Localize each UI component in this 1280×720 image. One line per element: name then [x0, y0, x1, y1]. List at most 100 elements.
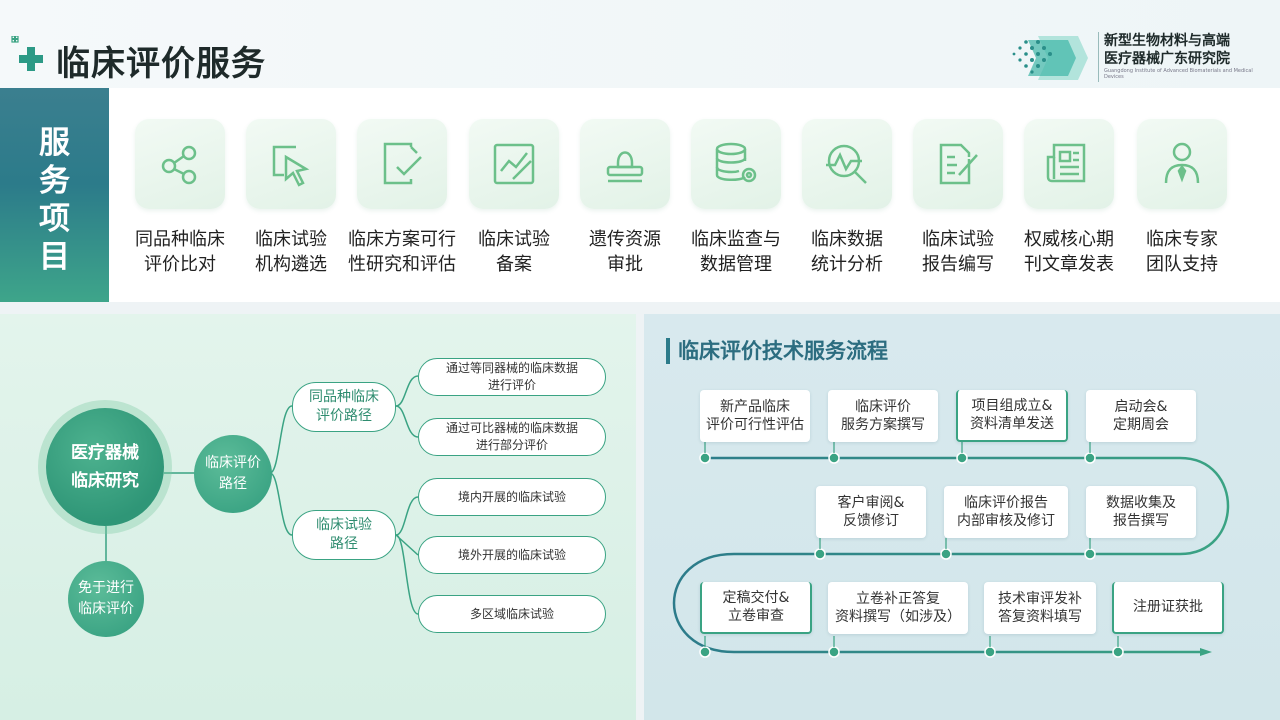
service-item: 遗传资源 审批 — [565, 119, 685, 289]
service-label-line2: 刊文章发表 — [1024, 254, 1114, 275]
service-icon-box — [135, 119, 225, 209]
service-item: 临床专家 团队支持 — [1122, 119, 1242, 289]
service-label-line1: 临床方案可行 — [348, 229, 456, 250]
service-item: 临床试验 机构遴选 — [231, 119, 351, 289]
flow-step-line1: 客户审阅& — [837, 495, 905, 511]
service-label-line1: 临床数据 — [811, 229, 883, 250]
mindmap-eval-path-node: 临床评价 路径 — [194, 435, 272, 513]
flow-step-line2: 定期周会 — [1113, 417, 1169, 433]
flow-step: 临床评价服务方案撰写 — [828, 390, 938, 442]
service-icon-box — [357, 119, 447, 209]
leaf-line2: 进行部分评价 — [475, 438, 548, 452]
service-tag-char: 服 — [39, 125, 70, 161]
service-label-line1: 临床试验 — [922, 229, 994, 250]
service-label-line2: 备案 — [496, 254, 532, 275]
report-pen-icon — [939, 143, 978, 185]
exempt-node-line1: 免于进行 — [78, 580, 134, 596]
mindmap-leaf: 通过等同器械的临床数据 进行评价 — [418, 358, 606, 396]
mindmap-leaf: 境内开展的临床试验 — [418, 478, 606, 516]
eval-node-line2: 路径 — [219, 476, 247, 492]
service-icon-box — [580, 119, 670, 209]
mindmap-leaf: 境外开展的临床试验 — [418, 536, 606, 574]
leaf-line2: 进行评价 — [487, 378, 536, 392]
service-item: 临床数据 统计分析 — [787, 119, 907, 289]
chart-edit-icon — [493, 143, 535, 185]
service-item: 临床监查与 数据管理 — [676, 119, 796, 289]
newspaper-icon — [1046, 143, 1086, 183]
flow-step: 数据收集及 报告撰写 — [1086, 486, 1196, 538]
flow-step-line2: 答复资料填写 — [998, 609, 1082, 625]
flow-step-line1: 新产品临床 — [720, 399, 790, 415]
flow-step: 注册证获批 — [1112, 582, 1224, 634]
flow-step-line1: 启动会& — [1114, 399, 1168, 415]
service-label-line2: 数据管理 — [700, 254, 772, 275]
mindmap-exempt-node: 免于进行 临床评价 — [68, 561, 144, 637]
service-item: 权威核心期 刊文章发表 — [1009, 119, 1129, 289]
analytics-magnifier-icon — [826, 144, 867, 184]
service-label-line2: 报告编写 — [922, 254, 994, 275]
service-icon-box — [913, 119, 1003, 209]
flow-step-line2: 立卷审查 — [727, 608, 784, 624]
flow-step-line1: 立卷补正答复 — [856, 591, 940, 607]
service-tag-char: 务 — [39, 163, 70, 199]
flow-step-line2: 反馈修订 — [842, 513, 899, 529]
service-label-line1: 临床试验 — [255, 229, 327, 250]
flow-step-line1: 注册证获批 — [1133, 599, 1203, 615]
mindmap-center-node: 医疗器械 临床研究 — [46, 408, 164, 526]
flow-step-line2: 资料清单发送 — [970, 416, 1054, 432]
expert-person-icon — [1164, 142, 1200, 184]
page-title: 临床评价服务 — [56, 44, 266, 84]
logo-name-en: Guangdong Institute of Advanced Biomater… — [1104, 68, 1253, 80]
flow-step-line2: 资料撰写（如涉及） — [835, 609, 961, 625]
flow-step: 定稿交付& 立卷审查 — [700, 582, 812, 634]
trial-path-line2: 路径 — [330, 536, 358, 552]
flow-step: 客户审阅& 反馈修订 — [816, 486, 926, 538]
service-item: 临床试验 报告编写 — [898, 119, 1018, 289]
center-node-line1: 医疗器械 — [71, 443, 139, 463]
flow-step-line1: 项目组成立& — [971, 398, 1053, 414]
document-check-icon — [383, 142, 422, 185]
service-label-line2: 统计分析 — [811, 254, 883, 275]
service-label-line2: 团队支持 — [1146, 254, 1218, 275]
cursor-select-icon — [272, 145, 310, 187]
service-label-line1: 同品种临床 — [135, 229, 225, 250]
flow-step-line2: 评价可行性评估 — [706, 417, 804, 433]
flow-step: 立卷补正答复资料撰写（如涉及） — [828, 582, 968, 634]
service-tag-char: 目 — [39, 239, 70, 275]
flow-step: 新产品临床评价可行性评估 — [700, 390, 810, 442]
service-icon-box — [802, 119, 892, 209]
institute-logo: 新型生物材料与高端 医疗器械广东研究院 Guangdong Institute … — [1008, 26, 1268, 86]
service-item-label: 临床试验 机构遴选 — [231, 227, 351, 277]
leaf-line1: 通过可比器械的临床数据 — [445, 421, 578, 435]
service-icon-box — [691, 119, 781, 209]
service-label-line1: 临床监查与 — [691, 229, 781, 250]
service-items-band: 服务项目 同品种临床 评价比对 临床试验 机构遴选 临床方案可行 性研究和评估 … — [0, 88, 1280, 302]
service-label-line1: 遗传资源 — [589, 229, 661, 250]
service-item: 临床方案可行 性研究和评估 — [342, 119, 462, 289]
service-label-line2: 评价比对 — [144, 254, 216, 275]
flow-step-line1: 临床评价报告 — [964, 495, 1048, 511]
service-label-line2: 审批 — [607, 254, 643, 275]
flow-step-line2: 服务方案撰写 — [841, 417, 925, 433]
medical-cross-icon — [11, 36, 43, 71]
same-path-line2: 评价路径 — [316, 408, 372, 424]
logo-name-line1: 新型生物材料与高端 — [1104, 33, 1230, 49]
flow-step: 技术审评发补 答复资料填写 — [984, 582, 1096, 634]
service-icon-box — [1137, 119, 1227, 209]
service-flow-panel: 临床评价技术服务流程 新产品临床 评价可行性评估 临床评价 服务方案撰写 项目组… — [644, 314, 1280, 720]
exempt-node-line2: 临床评价 — [78, 601, 134, 617]
flow-step-line1: 技术审评发补 — [998, 591, 1082, 607]
flow-step-line2: 报告撰写 — [1113, 513, 1169, 529]
flow-step-line1: 临床评价 — [855, 399, 911, 415]
service-item-label: 临床方案可行 性研究和评估 — [342, 227, 462, 277]
service-item-label: 临床监查与 数据管理 — [676, 227, 796, 277]
service-item-label: 临床数据 统计分析 — [787, 227, 907, 277]
logo-name-line2: 医疗器械广东研究院 — [1104, 51, 1230, 67]
service-icon-box — [1024, 119, 1114, 209]
center-node-line2: 临床研究 — [71, 471, 139, 491]
flow-step-line1: 定稿交付& — [722, 590, 790, 606]
clinical-research-mindmap: 医疗器械 临床研究 免于进行 临床评价 临床评价 路径 同品种临床 评价路径 临… — [0, 314, 636, 720]
share-nodes-icon — [161, 145, 197, 185]
same-path-line1: 同品种临床 — [309, 389, 379, 405]
service-item-label: 同品种临床 评价比对 — [120, 227, 240, 277]
